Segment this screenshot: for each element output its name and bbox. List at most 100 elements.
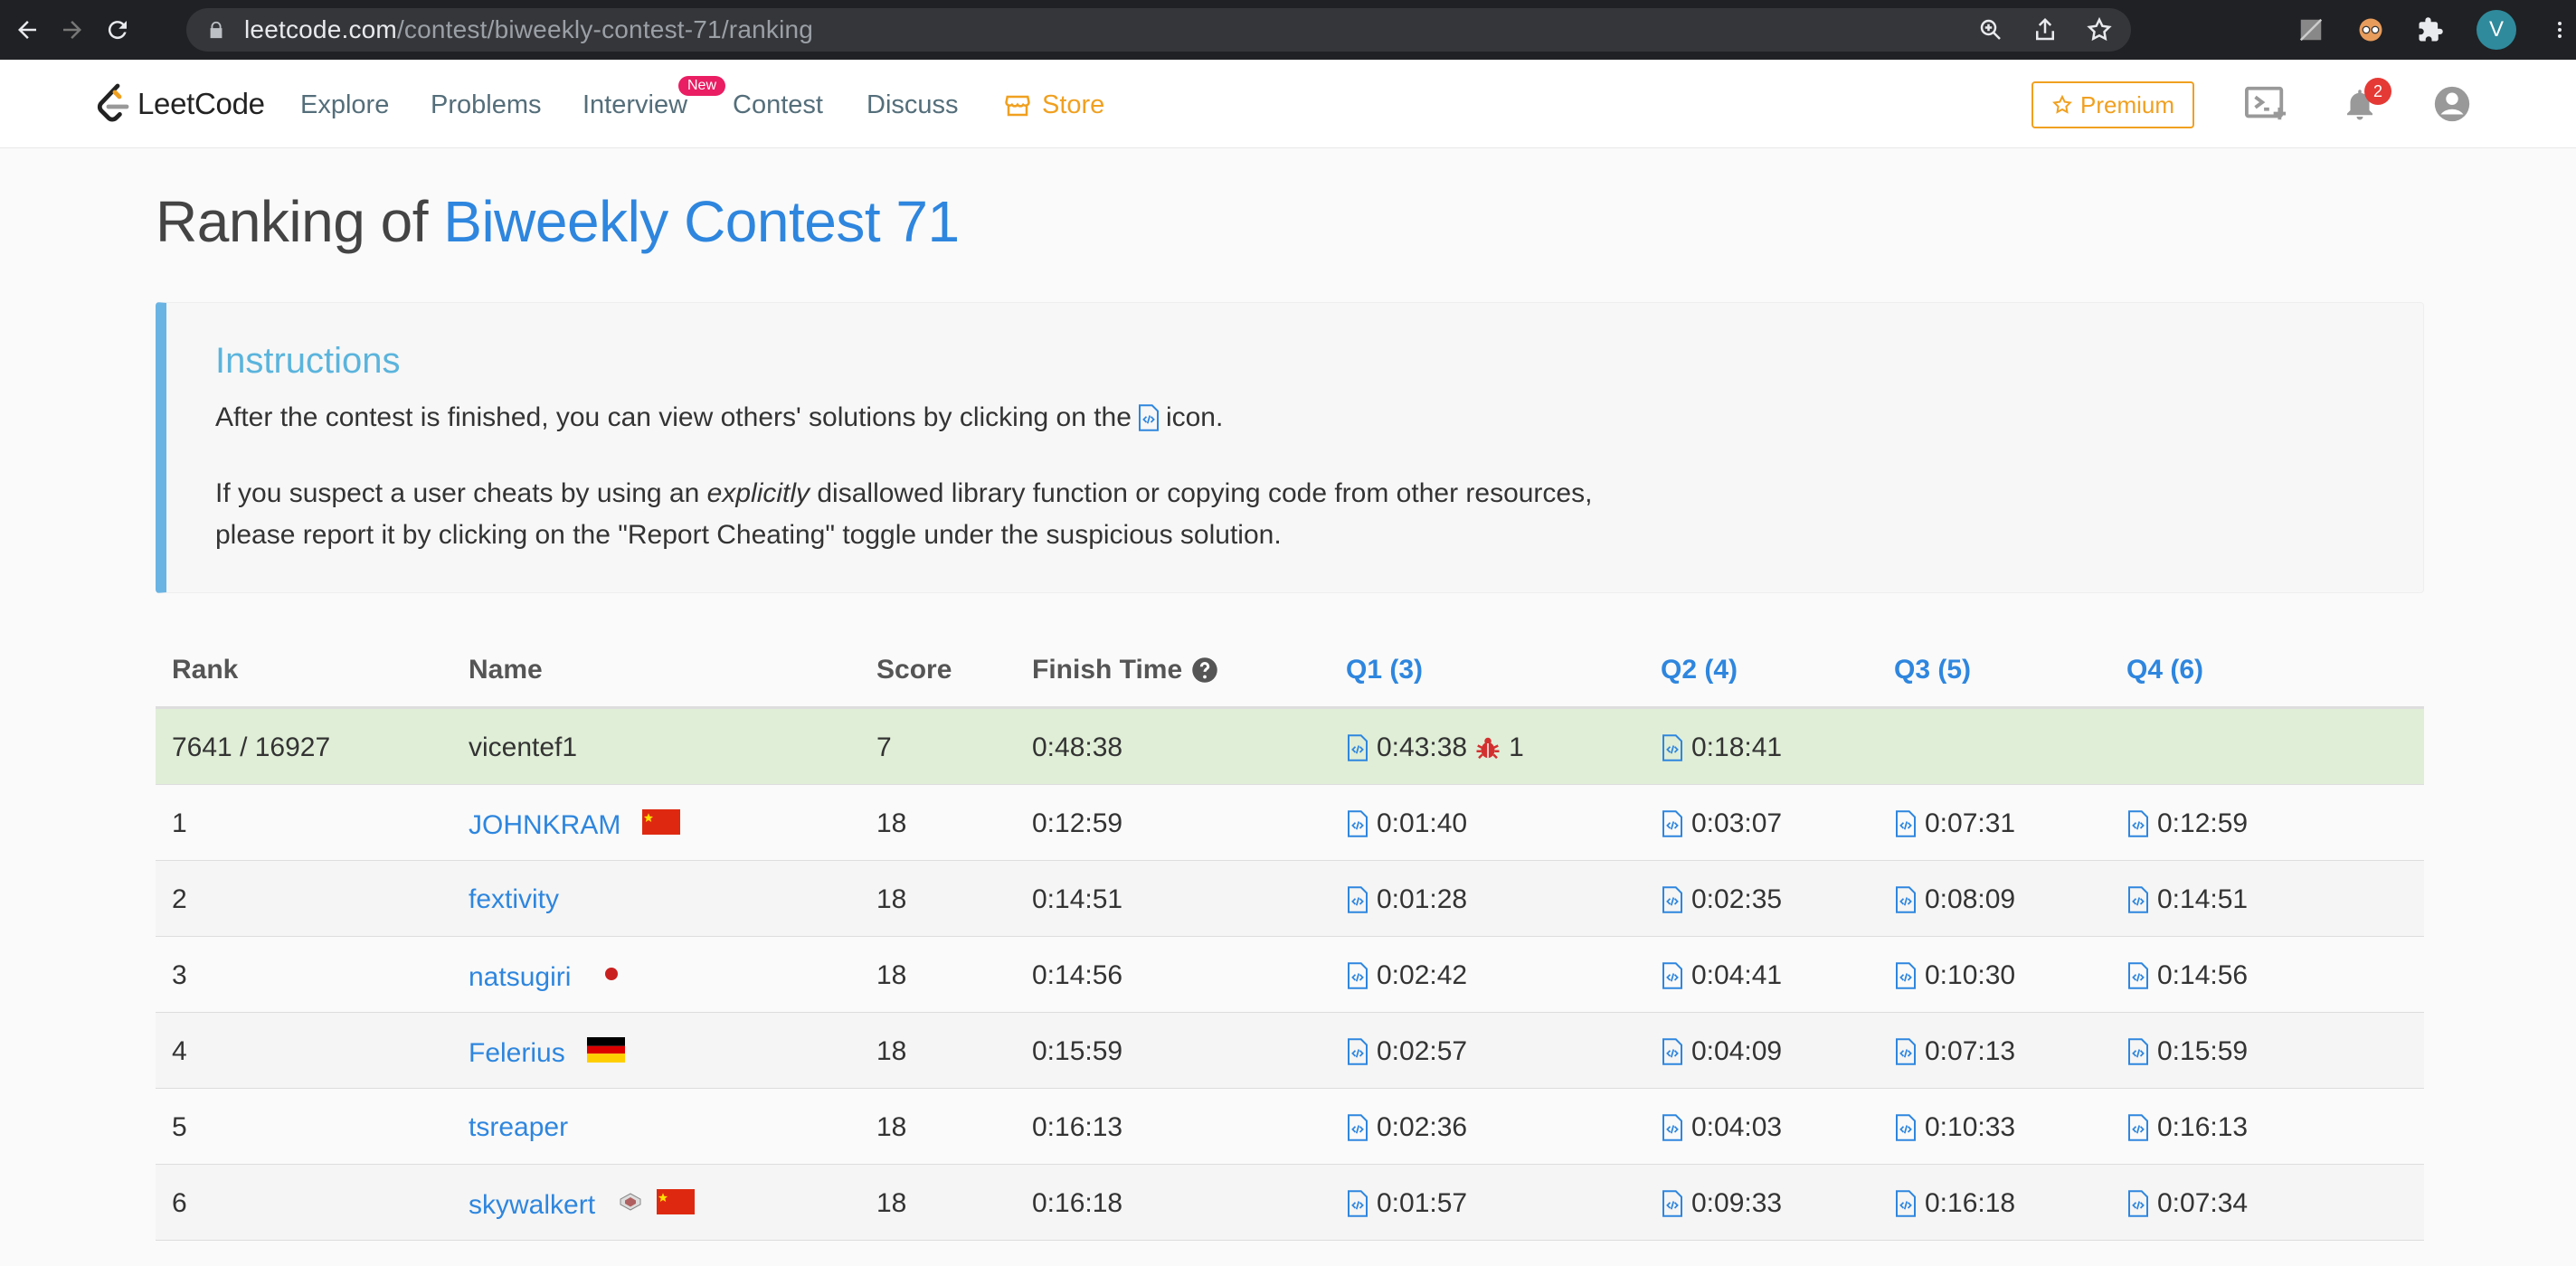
q3-cell[interactable]: 0:07:31 [1894, 808, 2015, 839]
code-file-icon[interactable] [1346, 810, 1369, 837]
q4-cell[interactable]: 0:14:51 [2126, 884, 2248, 915]
nav-explore[interactable]: Explore [300, 90, 389, 120]
q4-cell[interactable]: 0:15:59 [2126, 1036, 2248, 1067]
extension-glasses-icon[interactable] [2357, 16, 2384, 43]
score-cell: 18 [876, 808, 907, 838]
header-name: Name [469, 655, 543, 685]
header-q1[interactable]: Q1 (3) [1346, 655, 1423, 685]
q2-cell[interactable]: 0:04:03 [1661, 1112, 1782, 1143]
zoom-icon[interactable] [1977, 16, 2004, 43]
q1-cell[interactable]: 0:02:57 [1346, 1036, 1467, 1067]
code-file-icon[interactable] [1661, 886, 1684, 913]
help-icon[interactable] [1191, 657, 1218, 684]
q2-cell[interactable]: 0:02:35 [1661, 884, 1782, 915]
more-vert-icon[interactable] [2549, 16, 2571, 43]
code-file-icon[interactable] [1346, 1038, 1369, 1065]
code-file-icon[interactable] [2126, 1190, 2150, 1217]
q3-cell[interactable]: 0:07:13 [1894, 1036, 2015, 1067]
code-file-icon[interactable] [1894, 810, 1918, 837]
q2-cell[interactable]: 0:09:33 [1661, 1188, 1782, 1219]
score-cell: 18 [876, 884, 907, 914]
q4-cell[interactable]: 0:12:59 [2126, 808, 2248, 839]
code-file-icon[interactable] [1346, 1114, 1369, 1141]
username-cell[interactable]: fextivity [469, 884, 568, 915]
username-link[interactable]: JOHNKRAM [469, 810, 620, 841]
contest-link[interactable]: Biweekly Contest 71 [443, 189, 960, 254]
nav-interview[interactable]: Interview [582, 90, 687, 120]
q1-cell[interactable]: 0:01:28 [1346, 884, 1467, 915]
username-link[interactable]: fextivity [469, 884, 559, 915]
username-cell[interactable]: skywalkert [469, 1188, 696, 1223]
q4-cell[interactable]: 0:16:13 [2126, 1112, 2248, 1143]
reload-button[interactable] [99, 12, 136, 48]
username-link[interactable]: Felerius [469, 1038, 565, 1069]
header-q4[interactable]: Q4 (6) [2126, 655, 2203, 685]
code-file-icon[interactable] [1894, 1038, 1918, 1065]
code-file-icon[interactable] [2126, 1114, 2150, 1141]
header-q3[interactable]: Q3 (5) [1894, 655, 1971, 685]
back-button[interactable] [9, 12, 45, 48]
username-link[interactable]: tsreaper [469, 1112, 568, 1143]
code-file-icon[interactable] [1346, 886, 1369, 913]
guardian-badge-icon [620, 1193, 641, 1211]
q1-cell[interactable]: 0:01:57 [1346, 1188, 1467, 1219]
q4-cell[interactable]: 0:14:56 [2126, 960, 2248, 991]
code-file-icon[interactable] [1661, 1114, 1684, 1141]
user-avatar-icon[interactable] [2431, 83, 2473, 125]
site-navbar: LeetCode Explore Problems Interview New … [0, 60, 2576, 148]
q3-cell[interactable]: 0:16:18 [1894, 1188, 2015, 1219]
leetcode-logo-icon [97, 83, 129, 122]
q2-cell[interactable]: 0:04:09 [1661, 1036, 1782, 1067]
code-file-icon[interactable] [1346, 734, 1369, 761]
code-file-icon[interactable] [1661, 1190, 1684, 1217]
nav-problems[interactable]: Problems [431, 90, 542, 120]
code-file-icon[interactable] [2126, 1038, 2150, 1065]
share-icon[interactable] [2031, 16, 2059, 43]
username-cell[interactable]: JOHNKRAM [469, 808, 681, 843]
instructions-text-1: After the contest is finished, you can v… [215, 402, 1132, 432]
star-icon[interactable] [2086, 16, 2113, 43]
address-bar[interactable]: leetcode.com/contest/biweekly-contest-71… [186, 8, 2131, 52]
q3-cell[interactable]: 0:08:09 [1894, 884, 2015, 915]
code-file-icon[interactable] [1894, 1190, 1918, 1217]
username-cell[interactable]: Felerius [469, 1036, 625, 1071]
q1-cell[interactable]: 0:02:36 [1346, 1112, 1467, 1143]
q3-cell[interactable]: 0:10:30 [1894, 960, 2015, 991]
header-q2[interactable]: Q2 (4) [1661, 655, 1738, 685]
username-link[interactable]: natsugiri [469, 962, 571, 993]
puzzle-icon[interactable] [2417, 16, 2444, 43]
code-file-icon[interactable] [1894, 1114, 1918, 1141]
code-file-icon[interactable] [2126, 810, 2150, 837]
playground-icon[interactable] [2243, 83, 2288, 125]
nav-discuss[interactable]: Discuss [867, 90, 959, 120]
code-file-icon[interactable] [1346, 962, 1369, 989]
q3-cell[interactable]: 0:10:33 [1894, 1112, 2015, 1143]
nav-contest[interactable]: Contest [733, 90, 823, 120]
q4-cell[interactable]: 0:07:34 [2126, 1188, 2248, 1219]
forward-button[interactable] [54, 12, 90, 48]
code-file-icon[interactable] [1894, 886, 1918, 913]
q1-cell[interactable]: 0:43:38 1 [1346, 732, 1524, 763]
nav-store[interactable]: Store [1004, 90, 1104, 120]
premium-label: Premium [2079, 90, 2174, 118]
code-file-icon[interactable] [1661, 962, 1684, 989]
extension-square-icon[interactable] [2297, 16, 2325, 43]
code-file-icon[interactable] [2126, 886, 2150, 913]
q2-cell[interactable]: 0:18:41 [1661, 732, 1782, 763]
code-file-icon[interactable] [1346, 1190, 1369, 1217]
code-file-icon[interactable] [1661, 734, 1684, 761]
code-file-icon[interactable] [1894, 962, 1918, 989]
code-file-icon[interactable] [2126, 962, 2150, 989]
username-cell[interactable]: tsreaper [469, 1112, 577, 1143]
q1-cell[interactable]: 0:01:40 [1346, 808, 1467, 839]
q1-cell[interactable]: 0:02:42 [1346, 960, 1467, 991]
q2-cell[interactable]: 0:04:41 [1661, 960, 1782, 991]
username-link[interactable]: skywalkert [469, 1190, 595, 1221]
code-file-icon[interactable] [1661, 1038, 1684, 1065]
q2-cell[interactable]: 0:03:07 [1661, 808, 1782, 839]
profile-avatar[interactable]: V [2477, 10, 2516, 50]
leetcode-logo[interactable]: LeetCode [94, 81, 265, 127]
code-file-icon[interactable] [1661, 810, 1684, 837]
username-cell[interactable]: natsugiri [469, 960, 630, 995]
premium-button[interactable]: Premium [2031, 81, 2194, 128]
